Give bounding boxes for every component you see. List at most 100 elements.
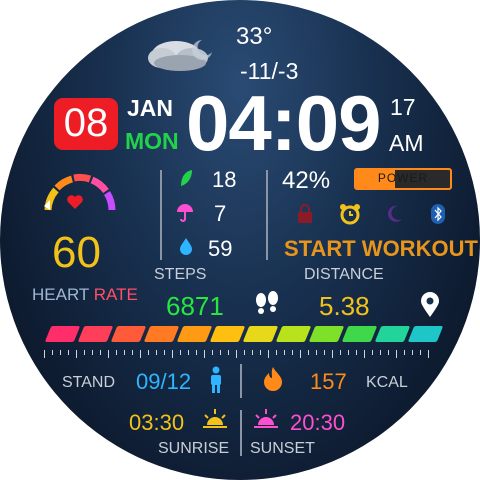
clock-seconds: 17 (390, 94, 416, 120)
heart-icon (66, 194, 84, 210)
alarm-clock-icon[interactable] (339, 203, 361, 225)
flame-icon (262, 366, 284, 392)
scale-tick (108, 350, 109, 358)
scale-tick (316, 350, 317, 355)
scale-tick (196, 350, 197, 355)
distance-label: DISTANCE (304, 266, 384, 283)
footprints-icon (252, 291, 282, 317)
heart-label: HEART (32, 285, 90, 304)
scale-tick (92, 350, 93, 355)
scale-tick (372, 350, 373, 355)
rainbow-segment (341, 326, 378, 342)
scale-tick (44, 350, 45, 358)
scale-tick (228, 350, 229, 355)
umbrella-value: 7 (214, 201, 227, 226)
battery-badge-label: POWER (377, 171, 429, 185)
steps-label: STEPS (154, 266, 207, 283)
water-drop-icon (179, 237, 193, 255)
sunrise-label: SUNRISE (158, 440, 230, 457)
scale-tick (180, 350, 181, 355)
drop-value: 59 (208, 236, 233, 261)
scale-tick (428, 350, 429, 358)
scale-tick (156, 350, 157, 355)
weather-icon (140, 30, 220, 80)
heart-rate-label: HEART RATE (32, 285, 138, 305)
watch-face: 33° -11/-3 08 JAN MON 04:09 17 AM 60 HEA… (0, 0, 480, 480)
rainbow-segment (176, 326, 213, 342)
scale-tick (308, 350, 309, 355)
scale-tick (100, 350, 101, 355)
calories-value: 157 (310, 369, 347, 394)
umbrella-icon (176, 203, 194, 223)
battery-percent: 42% (282, 167, 331, 194)
standing-person-icon (208, 366, 224, 394)
rate-label: RATE (93, 285, 138, 304)
location-pin-icon (420, 292, 440, 318)
scale-tick (148, 350, 149, 355)
rainbow-segment (275, 326, 312, 342)
leaf-value: 18 (212, 167, 237, 192)
scale-tick (68, 350, 69, 355)
scale-tick (220, 350, 221, 355)
scale-tick (172, 350, 173, 358)
battery-badge: POWER (354, 168, 452, 190)
scale-tick (412, 350, 413, 355)
divider-right (266, 170, 268, 260)
stand-value: 09/12 (136, 369, 192, 394)
sunrise-time: 03:30 (129, 410, 185, 435)
scale-tick (236, 350, 237, 358)
scale-tick (76, 350, 77, 358)
scale-tick (356, 350, 357, 355)
weather-temperature: 33° (236, 23, 273, 50)
scale-tick (276, 350, 277, 355)
sunrise-icon (201, 407, 229, 431)
divider-left (160, 170, 162, 260)
scale-tick (324, 350, 325, 355)
scale-tick (116, 350, 117, 355)
sunset-time: 20:30 (290, 410, 346, 435)
scale-tick (132, 350, 133, 355)
scale-tick (340, 350, 341, 355)
scale-tick (244, 350, 245, 355)
scale-tick (348, 350, 349, 355)
rainbow-segment (374, 326, 411, 342)
clock-ampm: AM (389, 130, 424, 156)
scale-tick (212, 350, 213, 355)
rainbow-segment (143, 326, 180, 342)
date-month: JAN (127, 95, 174, 121)
bluetooth-icon[interactable] (431, 204, 445, 224)
scale-tick (124, 350, 125, 355)
start-workout-button[interactable]: START WORKOUT (284, 236, 478, 262)
scale-tick (300, 350, 301, 358)
date-day-number: 08 (63, 101, 109, 145)
scale-tick (292, 350, 293, 355)
scale-tick (188, 350, 189, 355)
moon-icon[interactable] (387, 205, 403, 223)
rainbow-segment (44, 326, 81, 342)
stand-label: STAND (62, 374, 116, 391)
distance-value: 5.38 (319, 291, 370, 321)
rainbow-segment (308, 326, 345, 342)
scale-tick (60, 350, 61, 355)
scale-tick (252, 350, 253, 355)
scale-tick (268, 350, 269, 358)
scale-tick (388, 350, 389, 355)
divider-bottom-2 (240, 410, 242, 456)
steps-value: 6871 (166, 291, 224, 321)
sunset-label: SUNSET (250, 440, 315, 457)
date-weekday: MON (125, 128, 179, 154)
scale-tick (420, 350, 421, 355)
scale-tick (284, 350, 285, 355)
leaf-icon (178, 168, 194, 188)
rainbow-segment (209, 326, 246, 342)
scale-tick (204, 350, 205, 358)
divider-bottom-1 (240, 364, 242, 398)
scale-tick (164, 350, 165, 355)
scale-tick (364, 350, 365, 358)
rainbow-segment (242, 326, 279, 342)
sunset-icon (252, 407, 280, 431)
scale-tick (380, 350, 381, 355)
scale-tick (140, 350, 141, 358)
lock-icon[interactable] (297, 204, 313, 224)
rainbow-segment (110, 326, 147, 342)
